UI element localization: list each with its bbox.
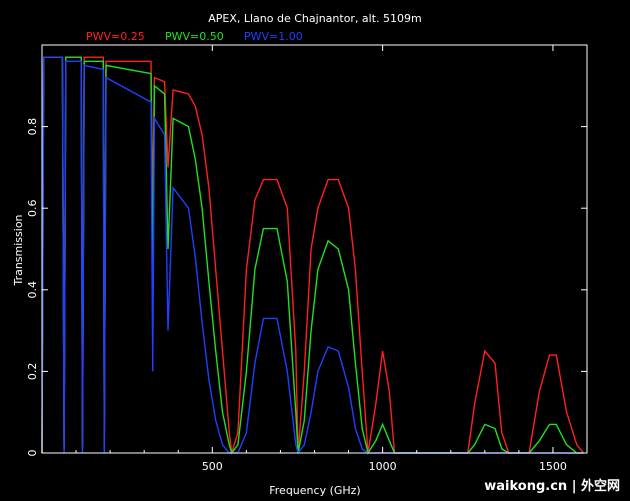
- x-tick-label: 1000: [369, 460, 397, 473]
- y-tick-label: 0: [26, 450, 39, 457]
- x-axis-label: Frequency (GHz): [269, 484, 360, 497]
- x-tick-label: 500: [202, 460, 223, 473]
- y-axis-label: Transmission: [12, 214, 25, 286]
- legend-pwv-050: PWV=0.50: [165, 30, 224, 43]
- y-tick-label: 0.2: [26, 363, 39, 381]
- y-tick-label: 0.8: [26, 118, 39, 136]
- legend-pwv-100: PWV=1.00: [244, 30, 303, 43]
- transmission-chart: APEX, Llano de Chajnantor, alt. 5109m PW…: [0, 0, 630, 501]
- chart-background: [0, 0, 630, 501]
- y-tick-label: 0.6: [26, 199, 39, 217]
- chart-title: APEX, Llano de Chajnantor, alt. 5109m: [208, 12, 422, 25]
- y-tick-label: 0.4: [26, 281, 39, 299]
- x-tick-label: 1500: [539, 460, 567, 473]
- watermark: waikong.cn | 外空网: [480, 474, 624, 495]
- legend-pwv-025: PWV=0.25: [86, 30, 145, 43]
